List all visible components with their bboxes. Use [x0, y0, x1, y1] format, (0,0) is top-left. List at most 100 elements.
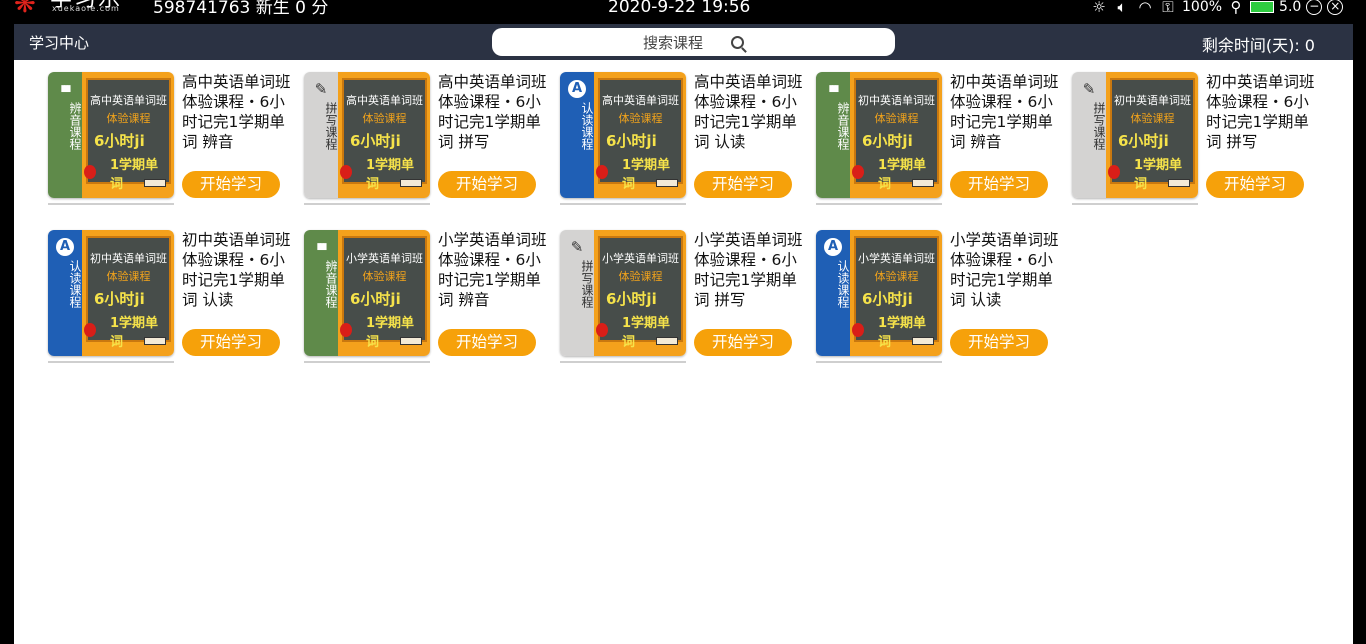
- course-title[interactable]: 高中英语单词班体验课程・6小时记完1学期单词 认读: [694, 72, 810, 152]
- blackboard-slate: 小学英语单词班 体验课程 6小时ji 1学期单词: [342, 236, 427, 350]
- course-card[interactable]: ✎ 拼写课程 初中英语单词班 体验课程 6小时ji 1学期单词 初中英语单词班体…: [1072, 72, 1322, 212]
- eraser-icon: [912, 337, 934, 345]
- course-thumbnail[interactable]: ✎ 拼写课程 小学英语单词班 体验课程 6小时ji 1学期单词: [560, 230, 686, 356]
- category-label: 认读课程: [580, 102, 594, 150]
- course-thumbnail[interactable]: ▮▮▮ 辨音课程 高中英语单词班 体验课程 6小时ji 1学期单词: [48, 72, 174, 198]
- blackboard-image: 小学英语单词班 体验课程 6小时ji 1学期单词: [850, 230, 942, 356]
- course-card[interactable]: ▮▮▮ 辨音课程 初中英语单词班 体验课程 6小时ji 1学期单词 初中英语单词…: [816, 72, 1066, 212]
- board-line-1: 高中英语单词班: [346, 94, 423, 107]
- eraser-icon: [656, 337, 678, 345]
- bar-chart-icon: ▮▮▮: [60, 84, 72, 94]
- start-learning-button[interactable]: 开始学习: [182, 171, 280, 198]
- category-strip: ✎ 拼写课程: [1072, 72, 1106, 198]
- course-card[interactable]: ▮▮▮ 辨音课程 小学英语单词班 体验课程 6小时ji 1学期单词 小学英语单词…: [304, 230, 554, 370]
- wifi-icon[interactable]: ◠: [1136, 0, 1154, 16]
- pencil-icon: ✎: [570, 238, 584, 256]
- card-divider: [1072, 203, 1198, 205]
- app-logo: ❋ 学习乐 xuekaole.com: [14, 0, 134, 22]
- blackboard-slate: 初中英语单词班 体验课程 6小时ji 1学期单词: [1110, 78, 1195, 192]
- clock: 2020-9-22 19:56: [608, 0, 751, 17]
- board-line-3: 6小时ji: [94, 132, 145, 150]
- category-strip: ✎ 拼写课程: [560, 230, 594, 356]
- logo-domain: xuekaole.com: [52, 4, 120, 13]
- letter-a-icon: A: [824, 238, 842, 256]
- search-icon[interactable]: [731, 35, 744, 49]
- course-card[interactable]: A 认读课程 初中英语单词班 体验课程 6小时ji 1学期单词 初中英语单词班体…: [48, 230, 298, 370]
- blackboard-image: 高中英语单词班 体验课程 6小时ji 1学期单词: [82, 72, 174, 198]
- user-info: 598741763 新生 0 分: [153, 0, 329, 18]
- bar-chart-icon: ▮▮▮: [316, 242, 328, 252]
- start-learning-button[interactable]: 开始学习: [1206, 171, 1304, 198]
- course-thumbnail[interactable]: ▮▮▮ 辨音课程 初中英语单词班 体验课程 6小时ji 1学期单词: [816, 72, 942, 198]
- location-icon: ⚲: [1230, 0, 1242, 16]
- course-card[interactable]: ✎ 拼写课程 高中英语单词班 体验课程 6小时ji 1学期单词 高中英语单词班体…: [304, 72, 554, 212]
- board-line-1: 高中英语单词班: [90, 94, 167, 107]
- card-divider: [48, 203, 174, 205]
- course-title[interactable]: 高中英语单词班体验课程・6小时记完1学期单词 拼写: [438, 72, 554, 152]
- volume-icon[interactable]: 🔈︎: [1113, 0, 1131, 16]
- start-learning-button[interactable]: 开始学习: [438, 329, 536, 356]
- course-card[interactable]: ▮▮▮ 辨音课程 高中英语单词班 体验课程 6小时ji 1学期单词 高中英语单词…: [48, 72, 298, 212]
- board-line-3: 6小时ji: [94, 290, 145, 308]
- search-input[interactable]: 搜索课程: [643, 32, 703, 53]
- card-divider: [304, 203, 430, 205]
- blackboard-slate: 高中英语单词班 体验课程 6小时ji 1学期单词: [598, 78, 683, 192]
- board-line-3: 6小时ji: [350, 132, 401, 150]
- course-thumbnail[interactable]: ✎ 拼写课程 初中英语单词班 体验课程 6小时ji 1学期单词: [1072, 72, 1198, 198]
- blackboard-image: 小学英语单词班 体验课程 6小时ji 1学期单词: [338, 230, 430, 356]
- course-thumbnail[interactable]: A 认读课程 小学英语单词班 体验课程 6小时ji 1学期单词: [816, 230, 942, 356]
- course-thumbnail[interactable]: A 认读课程 初中英语单词班 体验课程 6小时ji 1学期单词: [48, 230, 174, 356]
- search-box[interactable]: 搜索课程: [492, 28, 895, 56]
- board-line-2: 体验课程: [106, 270, 151, 283]
- board-line-1: 初中英语单词班: [858, 94, 935, 107]
- board-line-2: 体验课程: [874, 270, 919, 283]
- start-learning-button[interactable]: 开始学习: [438, 171, 536, 198]
- category-label: 辨音课程: [836, 102, 850, 150]
- eraser-icon: [400, 179, 422, 187]
- board-line-2: 体验课程: [362, 112, 407, 125]
- logo-mark-icon: ❋: [14, 0, 36, 19]
- course-title[interactable]: 初中英语单词班体验课程・6小时记完1学期单词 认读: [182, 230, 298, 310]
- blackboard-slate: 高中英语单词班 体验课程 6小时ji 1学期单词: [342, 78, 427, 192]
- board-line-1: 初中英语单词班: [90, 252, 167, 265]
- course-card[interactable]: A 认读课程 高中英语单词班 体验课程 6小时ji 1学期单词 高中英语单词班体…: [560, 72, 810, 212]
- course-title[interactable]: 小学英语单词班体验课程・6小时记完1学期单词 拼写: [694, 230, 810, 310]
- blackboard-slate: 初中英语单词班 体验课程 6小时ji 1学期单词: [854, 78, 939, 192]
- apple-icon: [852, 165, 864, 179]
- pencil-icon: ✎: [1082, 80, 1096, 98]
- top-status-bar: ❋ 学习乐 xuekaole.com 598741763 新生 0 分 2020…: [0, 0, 1366, 24]
- blackboard-image: 初中英语单词班 体验课程 6小时ji 1学期单词: [850, 72, 942, 198]
- start-learning-button[interactable]: 开始学习: [694, 329, 792, 356]
- course-title[interactable]: 高中英语单词班体验课程・6小时记完1学期单词 辨音: [182, 72, 298, 152]
- course-title[interactable]: 小学英语单词班体验课程・6小时记完1学期单词 辨音: [438, 230, 554, 310]
- course-thumbnail[interactable]: A 认读课程 高中英语单词班 体验课程 6小时ji 1学期单词: [560, 72, 686, 198]
- course-thumbnail[interactable]: ✎ 拼写课程 高中英语单词班 体验课程 6小时ji 1学期单词: [304, 72, 430, 198]
- course-title[interactable]: 初中英语单词班体验课程・6小时记完1学期单词 辨音: [950, 72, 1066, 152]
- card-divider: [560, 361, 686, 363]
- start-learning-button[interactable]: 开始学习: [694, 171, 792, 198]
- apple-icon: [84, 323, 96, 337]
- course-card[interactable]: ✎ 拼写课程 小学英语单词班 体验课程 6小时ji 1学期单词 小学英语单词班体…: [560, 230, 810, 370]
- pencil-icon: ✎: [314, 80, 328, 98]
- course-title[interactable]: 小学英语单词班体验课程・6小时记完1学期单词 认读: [950, 230, 1066, 310]
- board-line-3: 6小时ji: [606, 132, 657, 150]
- eraser-icon: [912, 179, 934, 187]
- blackboard-image: 初中英语单词班 体验课程 6小时ji 1学期单词: [82, 230, 174, 356]
- category-label: 拼写课程: [580, 260, 594, 308]
- start-learning-button[interactable]: 开始学习: [950, 329, 1048, 356]
- course-title[interactable]: 初中英语单词班体验课程・6小时记完1学期单词 拼写: [1206, 72, 1322, 152]
- letter-a-icon: A: [568, 80, 586, 98]
- course-card[interactable]: A 认读课程 小学英语单词班 体验课程 6小时ji 1学期单词 小学英语单词班体…: [816, 230, 1066, 370]
- close-icon[interactable]: ×: [1327, 0, 1344, 15]
- start-learning-button[interactable]: 开始学习: [950, 171, 1048, 198]
- start-learning-button[interactable]: 开始学习: [182, 329, 280, 356]
- apple-icon: [340, 165, 352, 179]
- category-label: 辨音课程: [324, 260, 338, 308]
- course-thumbnail[interactable]: ▮▮▮ 辨音课程 小学英语单词班 体验课程 6小时ji 1学期单词: [304, 230, 430, 356]
- category-label: 认读课程: [68, 260, 82, 308]
- battery-text: 100%: [1182, 0, 1223, 15]
- blackboard-image: 高中英语单词班 体验课程 6小时ji 1学期单词: [594, 72, 686, 198]
- category-strip: A 认读课程: [816, 230, 850, 356]
- minimize-icon[interactable]: −: [1306, 0, 1323, 15]
- brightness-icon[interactable]: ☼: [1090, 0, 1108, 16]
